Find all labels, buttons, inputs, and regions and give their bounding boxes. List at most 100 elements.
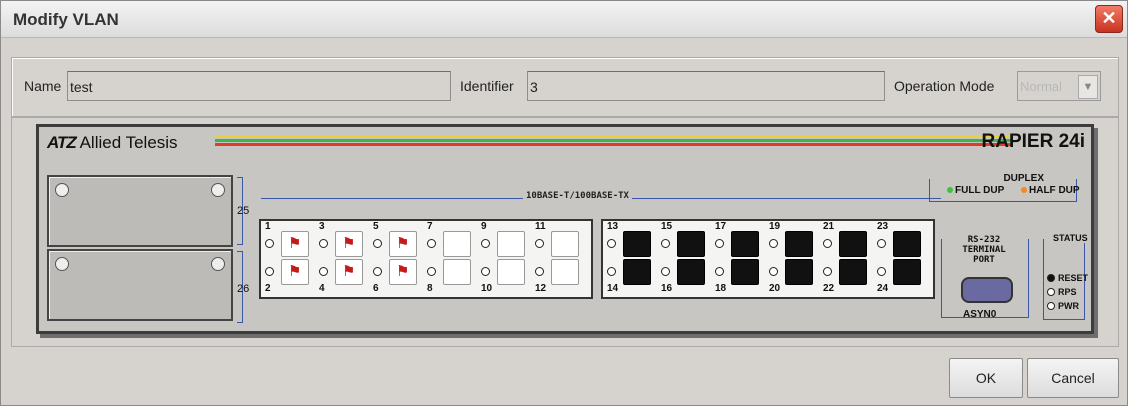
stripe-yellow: [215, 135, 1011, 138]
port-led-icon: [823, 239, 832, 248]
port-number: 3: [319, 221, 325, 232]
ok-button[interactable]: OK: [949, 358, 1023, 398]
switch-port-22[interactable]: [839, 259, 867, 285]
identifier-label: Identifier: [460, 78, 514, 94]
switch-port-24[interactable]: [893, 259, 921, 285]
port-number: 23: [877, 221, 889, 232]
expansion-slot-25[interactable]: [47, 175, 233, 247]
half-dup-indicator: HALF DUP: [1021, 185, 1080, 196]
port-led-icon: [373, 239, 382, 248]
port-led-icon: [265, 267, 274, 276]
name-label: Name: [24, 78, 62, 94]
port-led-icon: [481, 239, 490, 248]
reset-led-icon: [1047, 274, 1055, 282]
expansion-slot-26[interactable]: [47, 249, 233, 321]
title-bar: Modify VLAN ✕: [1, 1, 1127, 38]
switch-port-23[interactable]: [893, 231, 921, 257]
port-number: 4: [319, 283, 325, 294]
rs232-text: RS-232 TERMINAL PORT: [962, 235, 1006, 265]
status-label: STATUS: [1051, 233, 1090, 243]
port-number: 20: [769, 283, 781, 294]
port-number: 21: [823, 221, 835, 232]
port-led-icon: [319, 267, 328, 276]
port-led-icon: [427, 239, 436, 248]
close-icon[interactable]: ✕: [1095, 5, 1123, 33]
switch-faceplate: ATZ Allied Telesis RAPIER 24i 25 26 10BA…: [36, 124, 1094, 334]
rps-led-icon: [1047, 288, 1055, 296]
switch-port-17[interactable]: [731, 231, 759, 257]
port-number: 8: [427, 283, 433, 294]
port-led-icon: [535, 267, 544, 276]
slot-label-25: 25: [237, 205, 250, 217]
dialog-title: Modify VLAN: [13, 10, 119, 29]
status-pwr-label: PWR: [1058, 301, 1079, 311]
switch-port-11[interactable]: [551, 231, 579, 257]
port-led-icon: [715, 267, 724, 276]
port-led-icon: [661, 239, 670, 248]
status-rps-label: RPS: [1058, 287, 1077, 297]
name-field[interactable]: test: [67, 71, 451, 101]
port-number: 9: [481, 221, 487, 232]
status-reset-label: RESET: [1058, 273, 1089, 283]
switch-port-19[interactable]: [785, 231, 813, 257]
port-led-icon: [373, 267, 382, 276]
full-dup-label: FULL DUP: [955, 185, 1005, 196]
color-stripes: [215, 135, 1011, 151]
operation-mode-select[interactable]: Normal ▼: [1017, 71, 1101, 101]
switch-port-18[interactable]: [731, 259, 759, 285]
switch-port-1[interactable]: [281, 231, 309, 257]
status-rps: RPS: [1047, 287, 1077, 297]
port-number: 16: [661, 283, 673, 294]
port-number: 22: [823, 283, 835, 294]
screw-icon: [211, 183, 225, 197]
port-led-icon: [715, 239, 724, 248]
port-number: 17: [715, 221, 727, 232]
port-led-icon: [319, 239, 328, 248]
full-dup-indicator: FULL DUP: [947, 185, 1004, 196]
switch-port-4[interactable]: [335, 259, 363, 285]
chevron-down-icon[interactable]: ▼: [1078, 75, 1098, 99]
slot-label-26: 26: [237, 283, 250, 295]
port-header: 10BASE-T/100BASE-TX: [523, 191, 632, 201]
stripe-red: [215, 143, 1011, 146]
switch-port-21[interactable]: [839, 231, 867, 257]
port-number: 10: [481, 283, 493, 294]
port-led-icon: [769, 267, 778, 276]
device-panel: ATZ Allied Telesis RAPIER 24i 25 26 10BA…: [11, 117, 1119, 347]
stripe-green: [215, 139, 1011, 142]
port-number: 2: [265, 283, 271, 294]
model-name: RAPIER 24i: [981, 131, 1085, 152]
modify-vlan-dialog: Modify VLAN ✕ Name test Identifier 3 Ope…: [0, 0, 1128, 406]
port-number: 15: [661, 221, 673, 232]
switch-port-7[interactable]: [443, 231, 471, 257]
switch-port-20[interactable]: [785, 259, 813, 285]
status-reset: RESET: [1047, 273, 1088, 283]
switch-port-3[interactable]: [335, 231, 363, 257]
switch-port-16[interactable]: [677, 259, 705, 285]
switch-port-15[interactable]: [677, 231, 705, 257]
identifier-field[interactable]: 3: [527, 71, 885, 101]
cancel-button[interactable]: Cancel: [1027, 358, 1119, 398]
switch-port-12[interactable]: [551, 259, 579, 285]
port-led-icon: [823, 267, 832, 276]
switch-port-9[interactable]: [497, 231, 525, 257]
port-led-icon: [535, 239, 544, 248]
screw-icon: [55, 183, 69, 197]
switch-port-13[interactable]: [623, 231, 651, 257]
switch-port-14[interactable]: [623, 259, 651, 285]
switch-port-8[interactable]: [443, 259, 471, 285]
serial-port-icon[interactable]: [961, 277, 1013, 303]
rs232-label: RS-232 TERMINAL PORT: [949, 235, 1019, 265]
port-number: 11: [535, 221, 546, 232]
switch-port-10[interactable]: [497, 259, 525, 285]
pwr-led-icon: [1047, 302, 1055, 310]
status-pwr: PWR: [1047, 301, 1079, 311]
operation-mode-value: Normal: [1020, 79, 1062, 94]
half-dup-label: HALF DUP: [1029, 185, 1080, 196]
switch-port-5[interactable]: [389, 231, 417, 257]
port-number: 13: [607, 221, 619, 232]
switch-port-6[interactable]: [389, 259, 417, 285]
switch-port-2[interactable]: [281, 259, 309, 285]
port-number: 5: [373, 221, 379, 232]
port-number: 6: [373, 283, 379, 294]
